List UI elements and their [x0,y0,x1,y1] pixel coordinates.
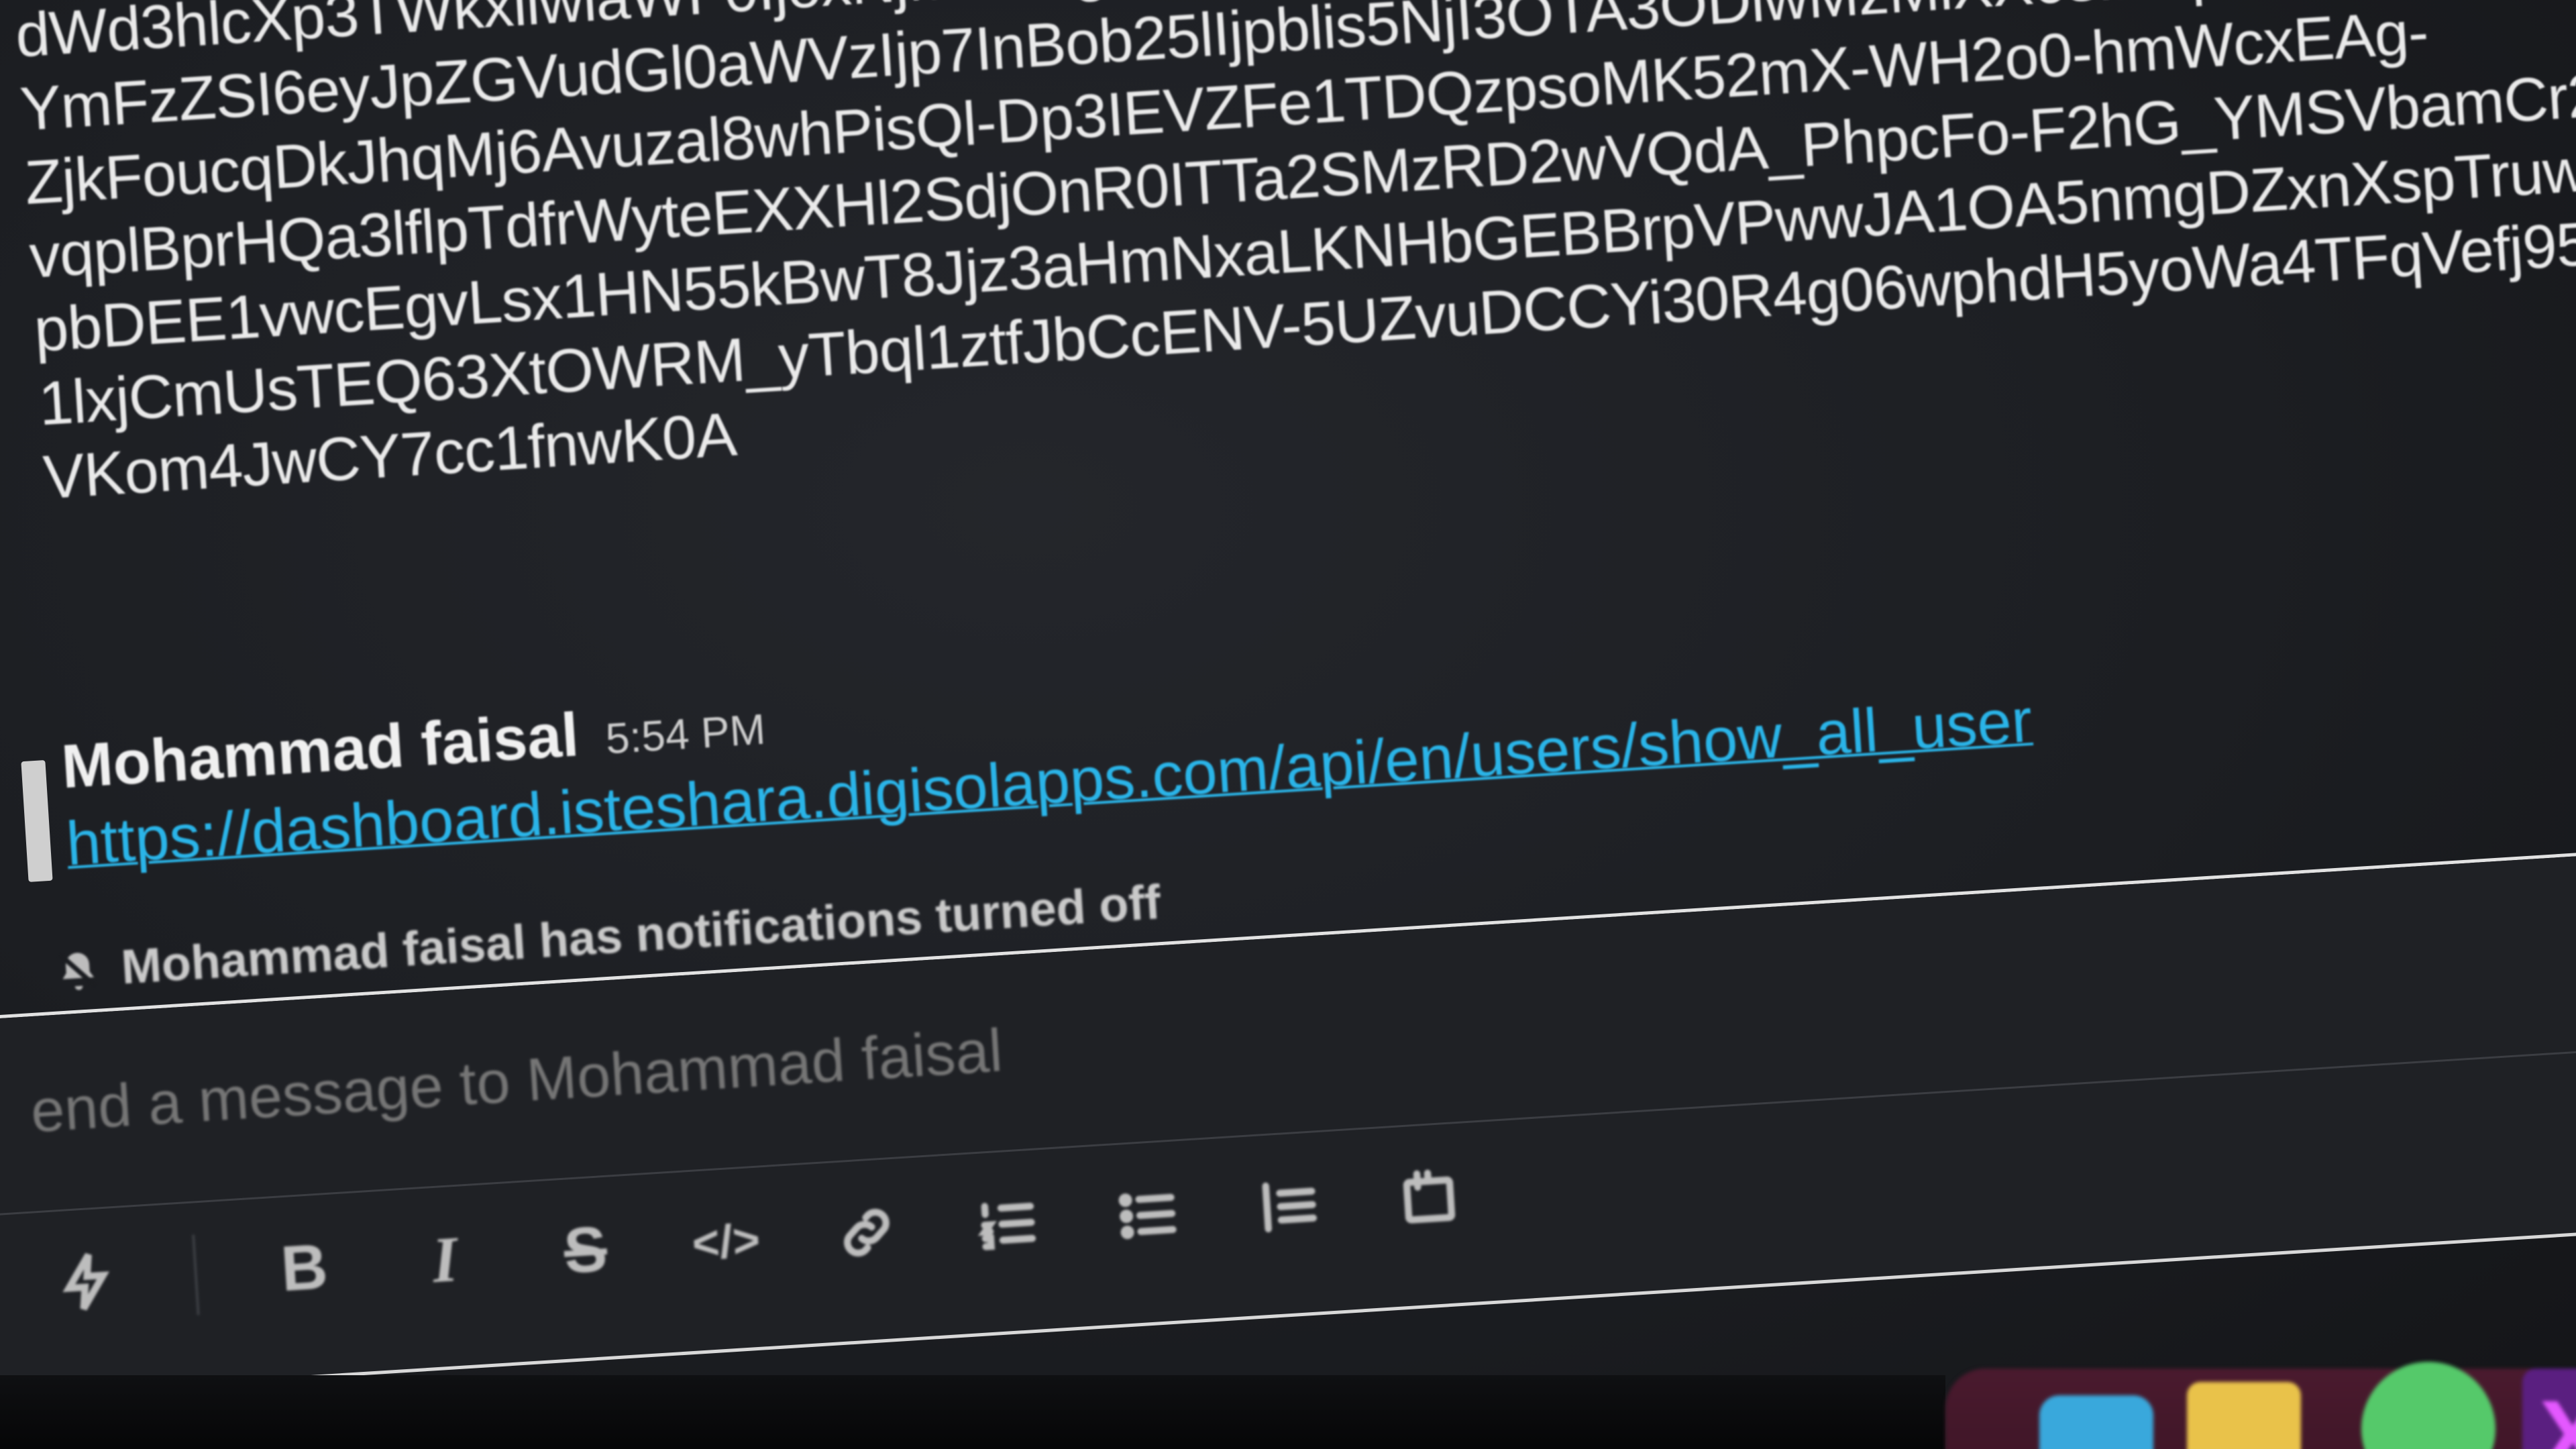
finder-icon[interactable] [2039,1395,2153,1449]
monitor-bezel [0,1375,1945,1449]
link-icon [844,1208,890,1257]
avatar[interactable] [21,760,53,882]
blockquote-icon [1262,1182,1318,1233]
folder-icon[interactable] [2187,1382,2301,1449]
bulleted-list-icon [1118,1193,1177,1240]
bulleted-list-button[interactable] [1112,1179,1183,1250]
italic-button[interactable]: I [409,1222,480,1295]
bold-button[interactable]: B [269,1230,340,1305]
code-block-button[interactable] [1393,1162,1464,1233]
code-block-icon [1403,1169,1456,1224]
message-timestamp[interactable]: 5:54 PM [604,704,767,764]
ordered-list-button[interactable] [971,1188,1042,1259]
shortcuts-icon[interactable] [52,1246,123,1318]
link-button[interactable] [831,1197,902,1268]
ordered-list-icon [977,1202,1036,1250]
toolbar-divider [192,1234,200,1316]
xd-app-icon[interactable]: X [2522,1368,2576,1449]
photo-of-screen: dWd3hlcXp3TWkxliwiaWF0IjoxNjM5NTgxODM2LC… [0,0,2576,1449]
message: Mohammad faisal 5:54 PM https://dashboar… [21,576,2546,882]
code-button[interactable]: </> [690,1206,761,1277]
atom-icon[interactable] [2361,1362,2496,1449]
strikethrough-button[interactable]: S [550,1213,621,1287]
blockquote-button[interactable] [1253,1171,1324,1242]
formatting-toolbar: B I S </> [52,1155,1465,1324]
dock: X [1945,1362,2576,1449]
chat-window: dWd3hlcXp3TWkxliwiaWF0IjoxNjM5NTgxODM2LC… [0,0,2576,1449]
message-history: dWd3hlcXp3TWkxliwiaWF0IjoxNjM5NTgxODM2LC… [13,0,2576,515]
bell-off-icon [53,945,103,995]
